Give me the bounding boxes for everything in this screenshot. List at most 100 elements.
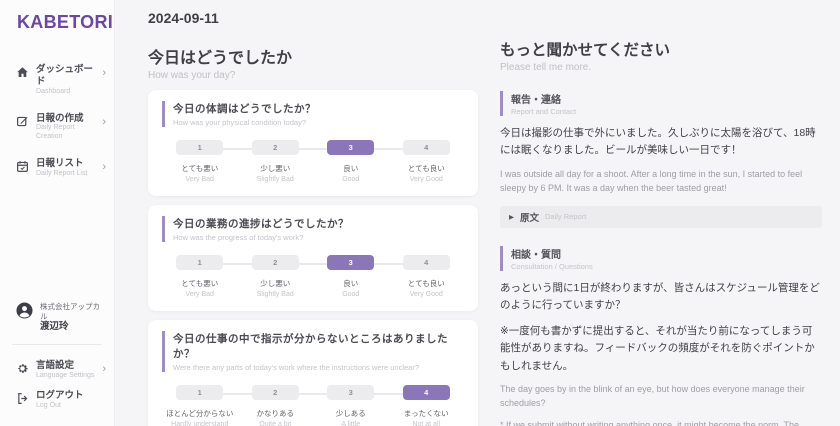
gear-icon [16, 362, 29, 375]
feedback-column: もっと聞かせてください Please tell me more. 報告・連絡 R… [500, 10, 822, 426]
app-root: KABETORI ダッシュボード Dashboard › 日報の作成 Daily [0, 0, 840, 426]
sidebar-item-report-creation[interactable]: 日報の作成 Daily Report Creation › [0, 108, 114, 147]
sidebar-item-dashboard[interactable]: ダッシュボード Dashboard › [0, 59, 114, 102]
sidebar: KABETORI ダッシュボード Dashboard › 日報の作成 Daily [0, 0, 115, 426]
page-title: 今日はどうでしたか [148, 44, 478, 68]
question-card-instructions: 今日の仕事の中で指示が分からないところはありましたか？ Were there a… [148, 320, 478, 426]
chevron-right-icon: › [102, 68, 106, 79]
app-logo: KABETORI [0, 8, 114, 33]
scale-option-1[interactable]: 1 とても悪い Very Bad [162, 140, 238, 183]
scale-option-1[interactable]: 1 とても悪い Very Bad [162, 255, 238, 298]
sidebar-item-sublabel: Dashboard [36, 88, 95, 97]
sidebar-item-label: ダッシュボード [36, 64, 95, 88]
scale-option-3[interactable]: 3 少しある A little [313, 385, 389, 426]
scale-option-sublabel: Good [313, 291, 389, 298]
page-subtitle: How was your day? [148, 70, 478, 81]
scale-option-label: かなりある [238, 408, 314, 419]
question-title: 今日の仕事の中で指示が分からないところはありましたか？ [173, 331, 464, 361]
rating-scale: 1 とても悪い Very Bad 2 少し悪い Slightly Bad 3 良… [162, 255, 464, 298]
avatar [16, 302, 33, 319]
triangle-right-icon: ▶ [509, 213, 514, 221]
calendar-icon [16, 160, 29, 173]
logout-icon [16, 392, 29, 405]
sidebar-item-logout[interactable]: ログアウト Log Out [0, 385, 114, 416]
scale-pill[interactable]: 3 [327, 255, 374, 270]
scale-option-label: まったくない [389, 408, 465, 419]
section-consultation: 相談・質問 Consultation / Questions あっという間に1日… [500, 246, 822, 426]
scale-option-sublabel: Very Bad [162, 291, 238, 298]
edit-icon [16, 115, 29, 128]
scale-option-3[interactable]: 3 良い Good [313, 255, 389, 298]
report-date: 2024-09-11 [148, 10, 478, 26]
question-subtitle: How was your physical condition today? [173, 118, 464, 127]
sidebar-item-language-settings[interactable]: 言語設定 Language Settings › [0, 355, 114, 386]
scale-pill[interactable]: 2 [252, 385, 299, 400]
section-title: 報告・連絡 [511, 91, 822, 106]
sidebar-item-label: 日報リスト [36, 158, 87, 170]
question-title: 今日の体調はどうでしたか？ [173, 101, 464, 116]
sidebar-item-sublabel: Language Settings [36, 372, 94, 381]
sidebar-item-label: 言語設定 [36, 360, 94, 372]
sidebar-footer: 株式会社アップカル 渡辺玲 言語設定 Language Settings › [0, 296, 114, 416]
main-content: 2024-09-11 今日はどうでしたか How was your day? 今… [115, 0, 840, 426]
scale-option-sublabel: Very Good [389, 176, 465, 183]
scale-option-sublabel: Very Bad [162, 176, 238, 183]
scale-pill[interactable]: 1 [176, 385, 223, 400]
scale-option-label: 少しある [313, 408, 389, 419]
scale-option-3[interactable]: 3 良い Good [313, 140, 389, 183]
sidebar-item-sublabel: Daily Report Creation [36, 124, 95, 142]
scale-option-sublabel: Good [313, 176, 389, 183]
chevron-right-icon: › [102, 117, 106, 128]
scale-option-sublabel: Not at all [389, 421, 465, 426]
toggle-label: 原文 [520, 210, 539, 224]
scale-option-2[interactable]: 2 少し悪い Slightly Bad [238, 140, 314, 183]
scale-option-4[interactable]: 4 まったくない Not at all [389, 385, 465, 426]
scale-option-label: 良い [313, 163, 389, 174]
scale-option-label: とても悪い [162, 278, 238, 289]
scale-pill[interactable]: 1 [176, 140, 223, 155]
sidebar-item-report-list[interactable]: 日報リスト Daily Report List › [0, 153, 114, 184]
sidebar-item-label: ログアウト [36, 390, 84, 402]
scale-pill[interactable]: 3 [327, 140, 374, 155]
scale-option-1[interactable]: 1 ほとんど分からない Hardly understand [162, 385, 238, 426]
scale-option-label: とても悪い [162, 163, 238, 174]
scale-option-label: 良い [313, 278, 389, 289]
scale-pill[interactable]: 4 [403, 140, 450, 155]
sidebar-item-sublabel: Log Out [36, 402, 84, 411]
scale-option-2[interactable]: 2 かなりある Quite a bit [238, 385, 314, 426]
user-profile[interactable]: 株式会社アップカル 渡辺玲 [0, 296, 114, 342]
section-body-en: * If we submit without writing anything … [500, 419, 822, 426]
sidebar-divider [12, 344, 102, 345]
scale-option-4[interactable]: 4 とても良い Very Good [389, 255, 465, 298]
scale-pill[interactable]: 3 [327, 385, 374, 400]
scale-option-sublabel: Quite a bit [238, 421, 314, 426]
question-card-condition: 今日の体調はどうでしたか？ How was your physical cond… [148, 90, 478, 196]
scale-option-sublabel: Hardly understand [162, 421, 238, 426]
scale-option-2[interactable]: 2 少し悪い Slightly Bad [238, 255, 314, 298]
scale-option-label: とても良い [389, 278, 465, 289]
question-title: 今日の業務の進捗はどうでしたか？ [173, 216, 464, 231]
section-body-ja: あっという間に1日が終わりますが、皆さんはスケジュール管理をどのように行っていま… [500, 280, 822, 315]
original-text-toggle[interactable]: ▶ 原文 Daily Report [500, 206, 822, 228]
scale-option-sublabel: Slightly Bad [238, 176, 314, 183]
feedback-title: もっと聞かせてください [500, 38, 822, 60]
scale-option-sublabel: Very Good [389, 291, 465, 298]
toggle-sublabel: Daily Report [545, 212, 586, 221]
rating-scale: 1 とても悪い Very Bad 2 少し悪い Slightly Bad 3 良… [162, 140, 464, 183]
scale-option-sublabel: A little [313, 421, 389, 426]
scale-pill[interactable]: 2 [252, 255, 299, 270]
sidebar-item-label: 日報の作成 [36, 113, 95, 125]
questions-column: 2024-09-11 今日はどうでしたか How was your day? 今… [148, 10, 478, 426]
question-subtitle: Were there any parts of today's work whe… [173, 363, 464, 372]
scale-pill[interactable]: 2 [252, 140, 299, 155]
scale-option-sublabel: Slightly Bad [238, 291, 314, 298]
scale-pill[interactable]: 4 [403, 385, 450, 400]
scale-option-4[interactable]: 4 とても良い Very Good [389, 140, 465, 183]
chevron-right-icon: › [102, 364, 106, 375]
scale-pill[interactable]: 1 [176, 255, 223, 270]
section-body-ja: ※一度何も書かずに提出すると、それが当たり前になってしまう可能性がありますね。フ… [500, 323, 822, 375]
scale-pill[interactable]: 4 [403, 255, 450, 270]
question-subtitle: How was the progress of today's work? [173, 233, 464, 242]
section-body-en: The day goes by in the blink of an eye, … [500, 383, 822, 411]
sidebar-nav: ダッシュボード Dashboard › 日報の作成 Daily Report C… [0, 59, 114, 184]
